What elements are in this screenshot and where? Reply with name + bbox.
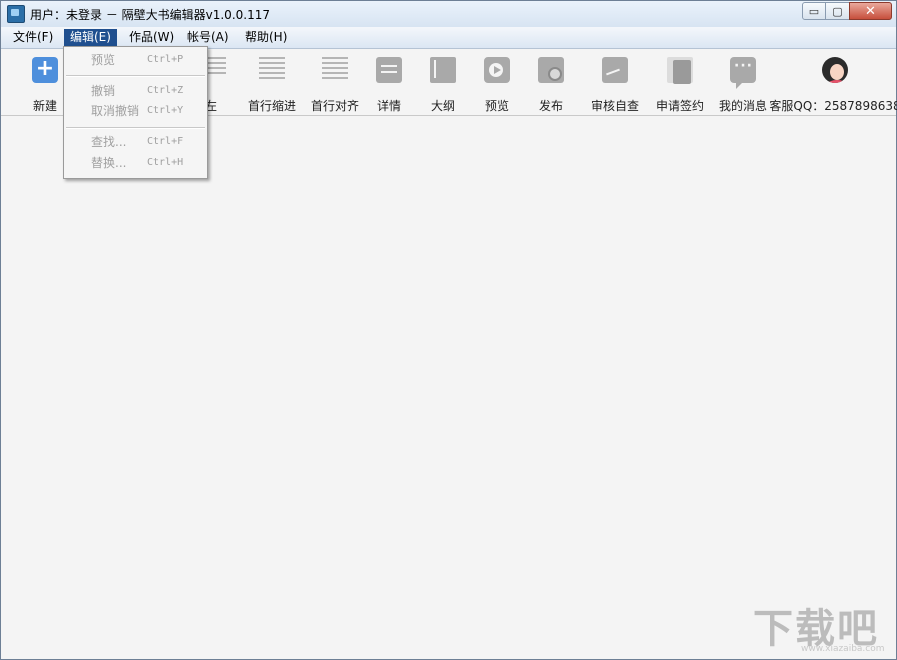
app-icon	[7, 5, 25, 23]
toolbar-preview-button[interactable]: 预览	[467, 57, 527, 113]
menu-file[interactable]: 文件(F)	[7, 29, 59, 46]
menu-item-shortcut: Ctrl+F	[147, 136, 184, 147]
outline-icon	[430, 57, 456, 83]
watermark-url: www.xiazaiba.com	[801, 644, 885, 654]
toolbar-label: 新建	[32, 99, 58, 113]
preview-icon	[484, 57, 510, 83]
toolbar-label: 审核自查	[590, 99, 640, 113]
menu-edit[interactable]: 编辑(E)	[64, 29, 117, 46]
menu-item-label: 预览	[91, 53, 116, 67]
align-icon	[322, 57, 348, 83]
review-icon	[602, 57, 628, 83]
toolbar-label: 预览	[484, 99, 510, 113]
avatar-icon	[822, 57, 848, 83]
menu-item-label: 取消撤销	[91, 104, 140, 118]
editor-content-area[interactable]	[1, 116, 896, 659]
menu-item-label: 替换...	[91, 156, 127, 170]
toolbar-label: 首行对齐	[310, 99, 360, 113]
edit-menu-preview[interactable]: 预览 Ctrl+P	[64, 50, 207, 70]
menu-item-shortcut: Ctrl+Z	[147, 85, 184, 96]
menu-account[interactable]: 帐号(A)	[181, 29, 235, 46]
toolbar-publish-button[interactable]: 发布	[521, 57, 581, 113]
maximize-button[interactable]: ▢	[825, 2, 850, 20]
toolbar-label: 申请签约	[655, 99, 705, 113]
toolbar-review-button[interactable]: 审核自查	[585, 57, 645, 113]
toolbar-label: 详情	[376, 99, 402, 113]
menu-item-label: 查找...	[91, 135, 127, 149]
menu-separator	[66, 127, 205, 129]
title-bar: 用户：未登录 － 隔壁大书编辑器v1.0.0.117 ▭ ▢ ✕	[1, 1, 896, 27]
toolbar-outline-button[interactable]: 大纲	[413, 57, 473, 113]
message-icon	[730, 57, 756, 89]
toolbar-label: 首行缩进	[247, 99, 297, 113]
edit-menu-dropdown: 预览 Ctrl+P 撤销 Ctrl+Z 取消撤销 Ctrl+Y 查找... Ct…	[63, 46, 208, 179]
minimize-button[interactable]: ▭	[802, 2, 826, 20]
menu-help[interactable]: 帮助(H)	[239, 29, 293, 46]
menu-works[interactable]: 作品(W)	[123, 29, 180, 46]
indent-icon	[259, 57, 285, 83]
edit-menu-replace[interactable]: 替换... Ctrl+H	[64, 153, 207, 173]
toolbar-label: 客服QQ：2587898638	[769, 99, 897, 113]
edit-menu-undo[interactable]: 撤销 Ctrl+Z	[64, 81, 207, 101]
toolbar-indent-button[interactable]: 首行缩进	[242, 57, 302, 113]
menu-item-label: 撤销	[91, 84, 116, 98]
menu-item-shortcut: Ctrl+P	[147, 54, 184, 65]
contract-icon	[667, 57, 693, 84]
toolbar-details-button[interactable]: 详情	[359, 57, 419, 113]
toolbar-label: 发布	[538, 99, 564, 113]
toolbar-align-button[interactable]: 首行对齐	[305, 57, 365, 113]
menu-item-shortcut: Ctrl+Y	[147, 105, 184, 116]
toolbar-messages-button[interactable]: 我的消息	[713, 57, 773, 113]
window-title: 用户：未登录 － 隔壁大书编辑器v1.0.0.117	[30, 8, 270, 22]
menu-item-shortcut: Ctrl+H	[147, 157, 184, 168]
menu-separator	[66, 75, 205, 77]
toolbar-label: 大纲	[430, 99, 456, 113]
details-icon	[376, 57, 402, 83]
close-button[interactable]: ✕	[849, 2, 892, 20]
publish-icon	[538, 57, 564, 83]
toolbar-label: 我的消息	[718, 99, 768, 113]
edit-menu-find[interactable]: 查找... Ctrl+F	[64, 132, 207, 152]
toolbar-contract-button[interactable]: 申请签约	[650, 57, 710, 113]
toolbar-support-button[interactable]: 客服QQ：2587898638	[769, 57, 897, 113]
edit-menu-redo[interactable]: 取消撤销 Ctrl+Y	[64, 101, 207, 121]
plus-icon: +	[32, 57, 58, 83]
